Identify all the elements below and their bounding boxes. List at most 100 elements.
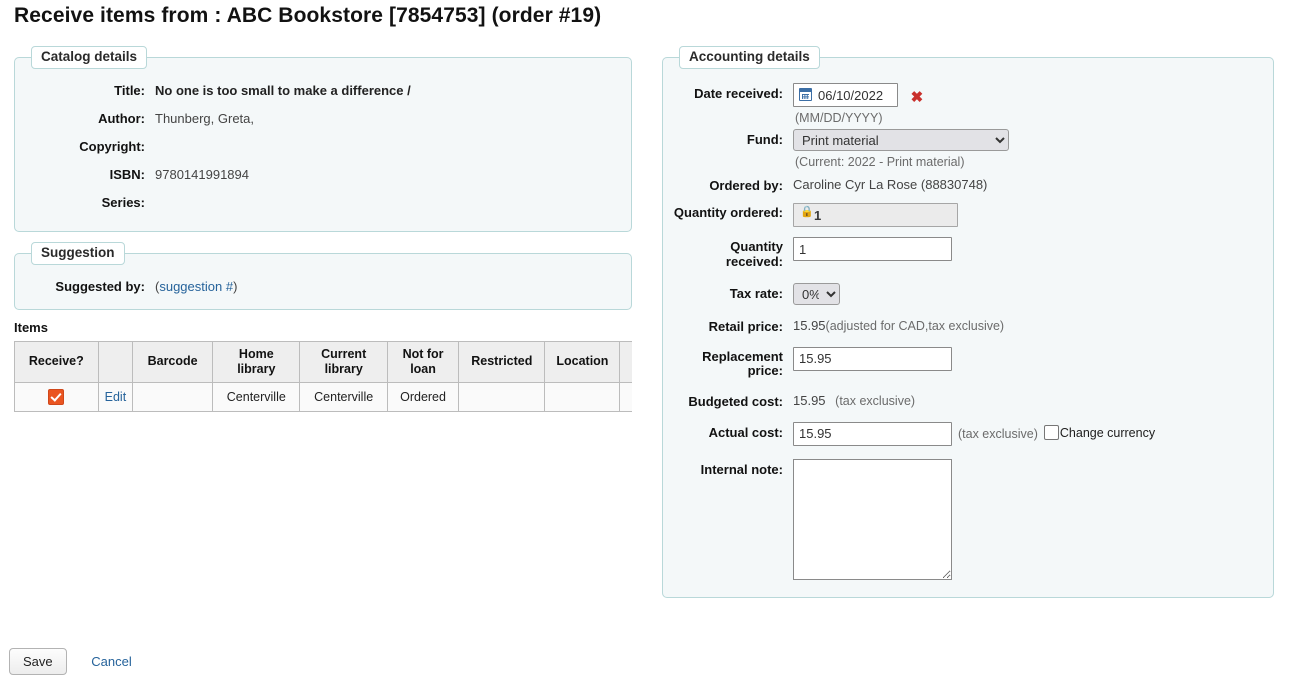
series-label: Series: (25, 193, 145, 211)
replacement-price-label: Replacement price: (673, 347, 783, 379)
col-call-number[interactable]: Call number (620, 341, 632, 382)
budgeted-cost-field: 15.95 (tax exclusive) (793, 391, 1263, 408)
fund-label: Fund: (673, 129, 783, 147)
save-button[interactable]: Save (9, 648, 67, 675)
change-currency-label[interactable]: Change currency (1060, 426, 1155, 440)
quantity-received-input[interactable] (793, 237, 952, 261)
actual-cost-row: Actual cost: (tax exclusive) Change curre… (673, 422, 1263, 446)
catalog-row-title: Title: No one is too small to make a dif… (25, 81, 621, 99)
col-receive[interactable]: Receive? (15, 341, 99, 382)
receive-checkbox[interactable] (48, 389, 64, 405)
suggestion-legend: Suggestion (31, 242, 125, 265)
replacement-price-row: Replacement price: (673, 347, 1263, 379)
date-received-label: Date received: (673, 83, 783, 101)
catalog-row-series: Series: (25, 193, 621, 211)
tax-rate-select[interactable]: 0% (793, 283, 840, 305)
retail-price-note: (adjusted for CAD,tax exclusive) (826, 319, 1005, 333)
retail-price-row: Retail price: 15.95(adjusted for CAD,tax… (673, 316, 1263, 334)
suggested-by-value: (suggestion #) (155, 277, 621, 295)
catalog-details-legend: Catalog details (31, 46, 147, 69)
actual-cost-field: (tax exclusive) Change currency (793, 422, 1263, 446)
change-currency-checkbox[interactable] (1044, 425, 1059, 440)
replacement-price-input[interactable] (793, 347, 952, 371)
col-restricted[interactable]: Restricted (459, 341, 545, 382)
series-value (155, 193, 621, 196)
tax-rate-row: Tax rate: 0% (673, 283, 1263, 305)
right-column: Accounting details Date received: ✖ (MM/… (662, 46, 1274, 608)
col-not-for-loan[interactable]: Not for loan (387, 341, 458, 382)
cancel-link[interactable]: Cancel (91, 654, 131, 669)
budgeted-cost-value: 15.95 (793, 390, 826, 408)
internal-note-label: Internal note: (673, 459, 783, 477)
internal-note-field (793, 459, 1263, 583)
actual-cost-note: (tax exclusive) (958, 427, 1038, 441)
copyright-value (155, 137, 621, 140)
budgeted-cost-label: Budgeted cost: (673, 391, 783, 409)
retail-price-field: 15.95(adjusted for CAD,tax exclusive) (793, 316, 1263, 333)
suggestion-link[interactable]: suggestion # (159, 279, 233, 294)
budgeted-cost-note: (tax exclusive) (835, 394, 915, 408)
accounting-details-legend: Accounting details (679, 46, 820, 69)
clear-date-icon[interactable]: ✖ (911, 89, 924, 106)
isbn-label: ISBN: (25, 165, 145, 183)
fund-row: Fund: Print material (Current: 2022 - Pr… (673, 129, 1263, 169)
title-value: No one is too small to make a difference… (155, 81, 621, 99)
cell-current-library: Centerville (300, 382, 387, 411)
catalog-details-fieldset: Catalog details Title: No one is too sma… (14, 46, 632, 232)
author-value: Thunberg, Greta, (155, 109, 621, 127)
quantity-ordered-label: Quantity ordered: (673, 203, 783, 221)
cell-location (545, 382, 620, 411)
budgeted-cost-row: Budgeted cost: 15.95 (tax exclusive) (673, 391, 1263, 409)
calendar-icon[interactable] (799, 88, 812, 101)
ordered-by-row: Ordered by: Caroline Cyr La Rose (888307… (673, 175, 1263, 193)
cell-home-library: Centerville (213, 382, 300, 411)
quantity-ordered-input (793, 203, 958, 227)
suggested-by-label: Suggested by: (25, 277, 145, 295)
cell-restricted (459, 382, 545, 411)
internal-note-row: Internal note: (673, 459, 1263, 583)
col-location[interactable]: Location (545, 341, 620, 382)
quantity-ordered-field: 🔒 (793, 203, 1263, 227)
items-table-scroll[interactable]: Receive? Barcode Home library Current li… (14, 341, 632, 412)
ordered-by-label: Ordered by: (673, 175, 783, 193)
cell-call-number (620, 382, 632, 411)
internal-note-textarea[interactable] (793, 459, 952, 580)
accounting-details-fieldset: Accounting details Date received: ✖ (MM/… (662, 46, 1274, 598)
copyright-label: Copyright: (25, 137, 145, 155)
actual-cost-label: Actual cost: (673, 422, 783, 440)
page-title: Receive items from : ABC Bookstore [7854… (14, 4, 601, 28)
retail-price-value: 15.95 (793, 315, 826, 333)
fund-select[interactable]: Print material (793, 129, 1009, 151)
cell-barcode (133, 382, 213, 411)
col-barcode[interactable]: Barcode (133, 341, 213, 382)
title-label: Title: (25, 81, 145, 99)
catalog-row-author: Author: Thunberg, Greta, (25, 109, 621, 127)
form-action-bar: Save Cancel (9, 648, 132, 675)
fund-field: Print material (Current: 2022 - Print ma… (793, 129, 1263, 169)
actual-cost-input[interactable] (793, 422, 952, 446)
receive-items-page: Receive items from : ABC Bookstore [7854… (0, 0, 1290, 682)
date-input-wrap (793, 83, 898, 107)
cell-not-for-loan: Ordered (387, 382, 458, 411)
isbn-value: 9780141991894 (155, 165, 621, 183)
lock-icon: 🔒 (800, 207, 814, 218)
author-label: Author: (25, 109, 145, 127)
edit-item-link[interactable]: Edit (105, 390, 127, 404)
quantity-received-row: Quantity received: (673, 237, 1263, 269)
date-received-row: Date received: ✖ (MM/DD/YYYY) (673, 83, 1263, 125)
catalog-row-isbn: ISBN: 9780141991894 (25, 165, 621, 183)
quantity-ordered-wrap: 🔒 (793, 203, 958, 227)
suggested-by-row: Suggested by: (suggestion #) (25, 277, 621, 295)
col-actions (98, 341, 132, 382)
items-table-header-row: Receive? Barcode Home library Current li… (15, 341, 633, 382)
left-column: Catalog details Title: No one is too sma… (14, 46, 632, 412)
tax-rate-field: 0% (793, 283, 1263, 305)
items-table: Receive? Barcode Home library Current li… (14, 341, 632, 412)
suggestion-fieldset: Suggestion Suggested by: (suggestion #) (14, 242, 632, 310)
replacement-price-field (793, 347, 1263, 371)
retail-price-label: Retail price: (673, 316, 783, 334)
ordered-by-value: Caroline Cyr La Rose (88830748) (793, 175, 1263, 192)
quantity-ordered-row: Quantity ordered: 🔒 (673, 203, 1263, 227)
col-current-library[interactable]: Current library (300, 341, 387, 382)
col-home-library[interactable]: Home library (213, 341, 300, 382)
